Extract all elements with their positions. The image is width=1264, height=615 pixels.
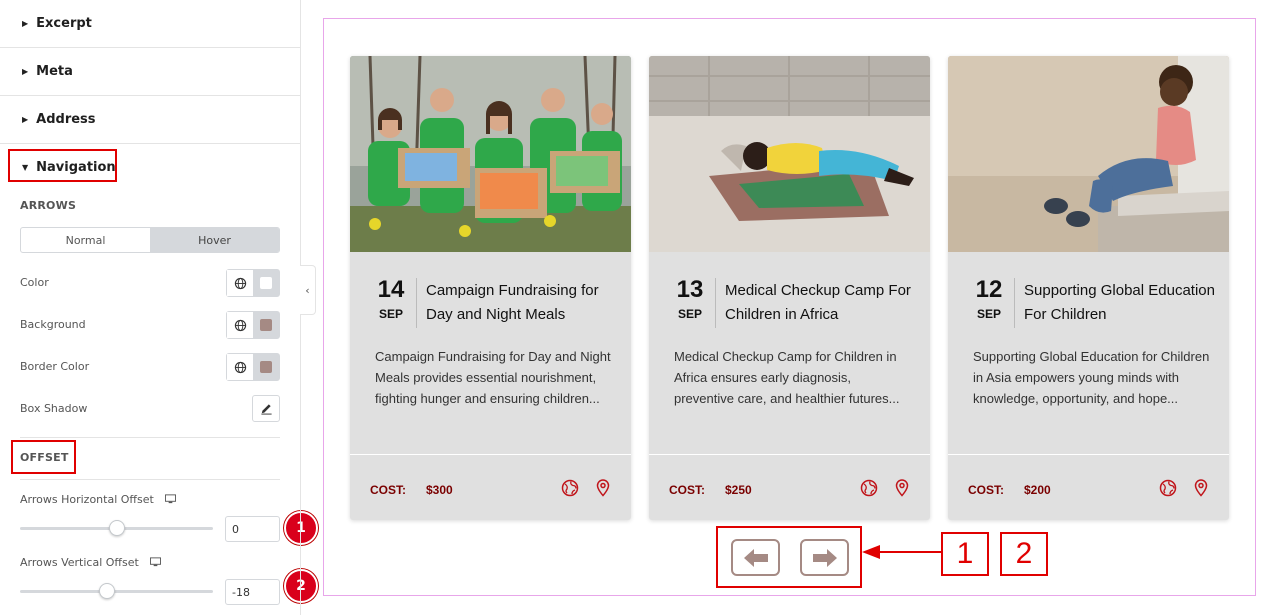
vertical-offset-slider[interactable] bbox=[20, 590, 213, 593]
card-image bbox=[649, 56, 930, 252]
card-divider bbox=[350, 454, 631, 455]
settings-panel: ▶ Excerpt ▶ Meta ▶ Address ▼ Navigation … bbox=[0, 0, 318, 615]
event-description: Medical Checkup Camp for Children in Afr… bbox=[674, 349, 900, 406]
horizontal-offset-input[interactable]: 0 bbox=[225, 516, 280, 542]
date-divider bbox=[416, 278, 417, 328]
event-description: Supporting Global Education for Children… bbox=[973, 349, 1210, 406]
callout-badge-1: 1 bbox=[284, 511, 318, 545]
card-image bbox=[948, 56, 1229, 252]
border-color-swatch[interactable] bbox=[253, 354, 279, 380]
globe-icon[interactable] bbox=[227, 270, 253, 296]
map-pin-icon[interactable] bbox=[894, 479, 910, 497]
card-image bbox=[350, 56, 631, 252]
cost-label: COST: bbox=[968, 483, 1004, 497]
event-month: SEP bbox=[378, 307, 403, 321]
preview-area: 14 SEP Campaign Fundraising for Day and … bbox=[323, 18, 1256, 596]
background-label: Background bbox=[20, 318, 86, 331]
card-divider bbox=[649, 454, 930, 455]
cost-value: $300 bbox=[426, 483, 453, 497]
globe-icon[interactable] bbox=[227, 354, 253, 380]
callout-badge-2: 2 bbox=[284, 569, 318, 603]
divider bbox=[20, 479, 280, 480]
section-label: Excerpt bbox=[36, 16, 92, 31]
map-pin-icon[interactable] bbox=[595, 479, 611, 497]
callout-line bbox=[880, 551, 942, 553]
divider bbox=[20, 437, 280, 438]
event-month: SEP bbox=[677, 307, 702, 321]
callout-arrowhead bbox=[862, 545, 880, 559]
desktop-icon[interactable] bbox=[150, 557, 162, 567]
collapse-panel-button[interactable]: ‹ bbox=[300, 265, 316, 315]
caret-right-icon: ▶ bbox=[22, 115, 29, 124]
globe-icon[interactable] bbox=[227, 312, 253, 338]
date-divider bbox=[1014, 278, 1015, 328]
event-title[interactable]: Supporting Global Education For Children bbox=[1024, 279, 1219, 327]
tab-normal[interactable]: Normal bbox=[21, 228, 150, 252]
caret-right-icon: ▶ bbox=[22, 67, 29, 76]
desktop-icon[interactable] bbox=[165, 494, 177, 504]
state-tabs: Normal Hover bbox=[20, 227, 280, 253]
section-address[interactable]: ▶ Address bbox=[0, 96, 300, 144]
background-swatch[interactable] bbox=[253, 312, 279, 338]
tab-hover[interactable]: Hover bbox=[150, 228, 279, 252]
box-shadow-edit-button[interactable] bbox=[252, 395, 280, 422]
section-label: Meta bbox=[36, 64, 73, 79]
arrow-right-icon bbox=[812, 548, 837, 567]
section-excerpt[interactable]: ▶ Excerpt bbox=[0, 0, 300, 48]
cost-label: COST: bbox=[669, 483, 705, 497]
prev-arrow-button[interactable] bbox=[731, 539, 780, 576]
cost-label: COST: bbox=[370, 483, 406, 497]
color-label: Color bbox=[20, 276, 49, 289]
event-day: 12 bbox=[975, 276, 1003, 303]
next-arrow-button[interactable] bbox=[800, 539, 849, 576]
event-description: Campaign Fundraising for Day and Night M… bbox=[375, 349, 611, 406]
callout-number-1: 1 bbox=[941, 532, 989, 576]
callout-number-2: 2 bbox=[1000, 532, 1048, 576]
vertical-offset-input[interactable]: -18 bbox=[225, 579, 280, 605]
globe-icon[interactable] bbox=[1159, 479, 1177, 497]
highlight-box-navigation bbox=[8, 149, 117, 182]
cost-value: $250 bbox=[725, 483, 752, 497]
event-day: 13 bbox=[676, 276, 704, 303]
color-control bbox=[226, 269, 280, 297]
date-divider bbox=[715, 278, 716, 328]
arrows-heading: ARROWS bbox=[20, 199, 77, 212]
event-card[interactable]: 12 SEP Supporting Global Education For C… bbox=[948, 56, 1229, 520]
box-shadow-label: Box Shadow bbox=[20, 402, 88, 415]
card-divider bbox=[948, 454, 1229, 455]
event-card[interactable]: 14 SEP Campaign Fundraising for Day and … bbox=[350, 56, 631, 520]
vertical-offset-slider-handle[interactable] bbox=[98, 583, 115, 599]
vertical-offset-label: Arrows Vertical Offset bbox=[20, 556, 162, 569]
caret-right-icon: ▶ bbox=[22, 19, 29, 28]
chevron-left-icon: ‹ bbox=[305, 283, 310, 297]
cost-value: $200 bbox=[1024, 483, 1051, 497]
horizontal-offset-slider-handle[interactable] bbox=[108, 520, 125, 536]
event-title[interactable]: Campaign Fundraising for Day and Night M… bbox=[426, 279, 621, 327]
background-control bbox=[226, 311, 280, 339]
color-swatch[interactable] bbox=[253, 270, 279, 296]
horizontal-offset-label: Arrows Horizontal Offset bbox=[20, 493, 177, 506]
pencil-icon bbox=[260, 404, 272, 415]
event-title[interactable]: Medical Checkup Camp For Children in Afr… bbox=[725, 279, 920, 327]
border-color-control bbox=[226, 353, 280, 381]
map-pin-icon[interactable] bbox=[1193, 479, 1209, 497]
event-day: 14 bbox=[377, 276, 405, 303]
globe-icon[interactable] bbox=[860, 479, 878, 497]
event-month: SEP bbox=[976, 307, 1001, 321]
event-card[interactable]: 13 SEP Medical Checkup Camp For Children… bbox=[649, 56, 930, 520]
globe-icon[interactable] bbox=[561, 479, 579, 497]
arrow-left-icon bbox=[743, 548, 768, 567]
section-meta[interactable]: ▶ Meta bbox=[0, 48, 300, 96]
highlight-box-offset bbox=[11, 440, 76, 474]
section-label: Address bbox=[36, 112, 96, 127]
border-color-label: Border Color bbox=[20, 360, 90, 373]
